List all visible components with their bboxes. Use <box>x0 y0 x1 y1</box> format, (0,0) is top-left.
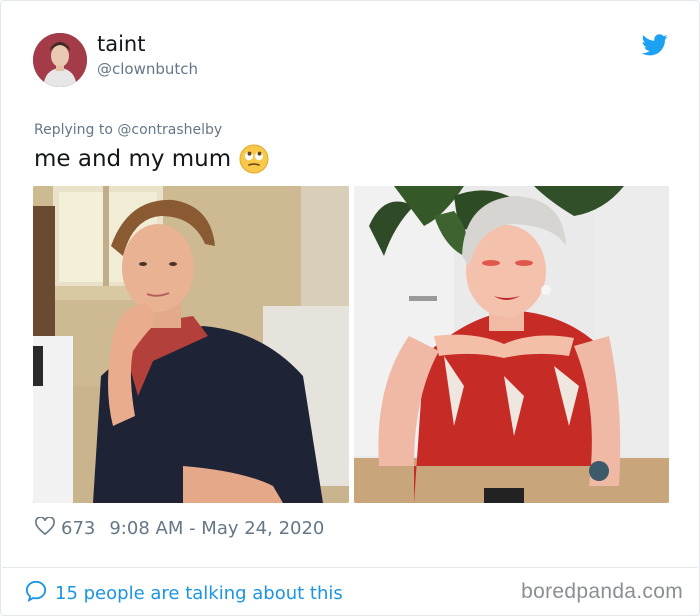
photo-vintage-mother[interactable] <box>33 186 349 503</box>
speech-bubble-icon <box>25 580 47 607</box>
avatar[interactable] <box>33 33 87 87</box>
tweet-meta: 673 9:08 AM - May 24, 2020 <box>35 516 324 540</box>
tweet-card: taint @clownbutch Replying to @contrashe… <box>0 0 700 616</box>
heart-outline-icon[interactable] <box>35 516 55 540</box>
talking-text[interactable]: 15 people are talking about this <box>55 583 343 604</box>
watermark: boredpanda.com <box>521 580 683 603</box>
like-count[interactable]: 673 <box>61 518 95 539</box>
talking-link[interactable]: 15 people are talking about this <box>25 580 343 607</box>
tweet-timestamp[interactable]: 9:08 AM - May 24, 2020 <box>109 518 324 539</box>
tweet-text: me and my mum <box>34 144 269 174</box>
photo-modern-selfie[interactable] <box>354 186 669 503</box>
display-name[interactable]: taint <box>97 32 145 56</box>
replying-to[interactable]: Replying to @contrashelby <box>34 122 222 138</box>
divider <box>2 567 698 568</box>
twitter-bird-icon[interactable] <box>641 34 668 56</box>
user-handle[interactable]: @clownbutch <box>97 60 198 78</box>
rolling-eyes-emoji-icon <box>239 144 269 174</box>
tweet-text-content: me and my mum <box>34 146 232 172</box>
